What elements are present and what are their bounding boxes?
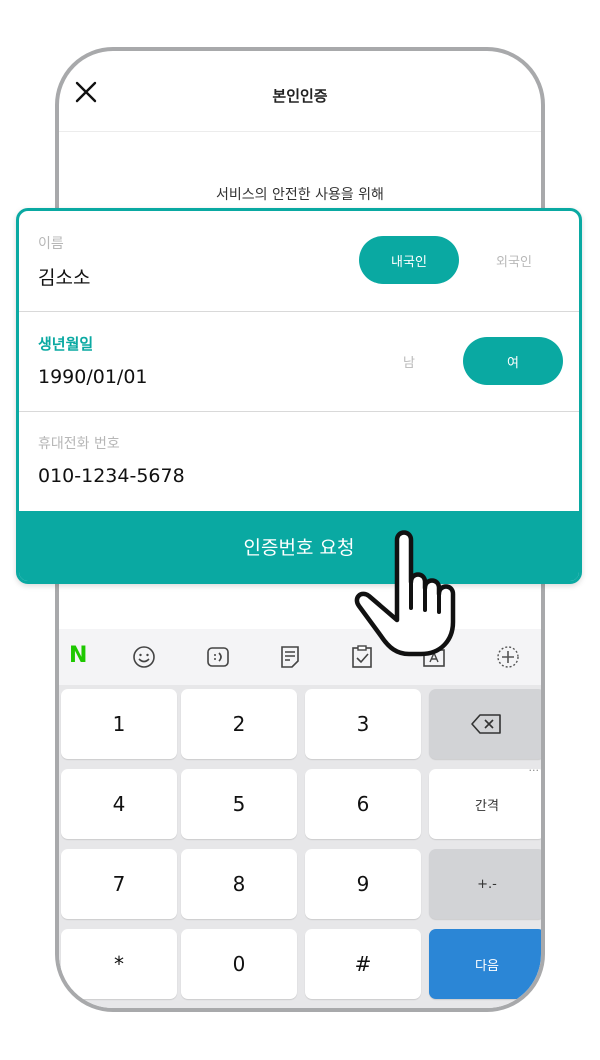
identity-form-card: 이름 김소소 내국인 외국인 생년월일 1990/01/01 남 여 휴대전화 …: [16, 208, 582, 584]
space-key-label: 간격: [475, 798, 499, 814]
numeric-keyboard: N 1 2 3 4 5 6 간격 ... 7 8 9 +.- * 0 # 다음: [59, 629, 541, 1008]
domestic-toggle[interactable]: 내국인: [359, 236, 459, 284]
key-5[interactable]: 5: [181, 769, 297, 839]
name-row: 이름 김소소 내국인 외국인: [19, 211, 579, 312]
emoticon-icon[interactable]: [205, 644, 231, 670]
key-0[interactable]: 0: [181, 929, 297, 999]
space-key[interactable]: 간격 ...: [429, 761, 541, 839]
backspace-icon: [471, 714, 501, 734]
birth-value[interactable]: 1990/01/01: [38, 366, 148, 388]
naver-logo[interactable]: N: [69, 643, 87, 668]
name-label: 이름: [38, 236, 64, 252]
backspace-key[interactable]: [429, 689, 541, 759]
birth-row: 생년월일 1990/01/01 남 여: [19, 311, 579, 412]
key-3[interactable]: 3: [305, 689, 421, 759]
memo-icon[interactable]: [277, 644, 303, 670]
phone-row: 휴대전화 번호 010-1234-5678: [19, 411, 579, 511]
key-7[interactable]: 7: [61, 849, 177, 919]
phone-value[interactable]: 010-1234-5678: [38, 465, 185, 487]
birth-label: 생년월일: [38, 335, 94, 353]
more-indicator: ...: [528, 761, 540, 774]
header: 본인인증: [59, 51, 541, 132]
emoji-icon[interactable]: [131, 644, 157, 670]
name-value[interactable]: 김소소: [38, 263, 90, 290]
intro-text: 서비스의 안전한 사용을 위해: [216, 187, 384, 203]
key-2[interactable]: 2: [181, 689, 297, 759]
male-toggle[interactable]: 남: [379, 337, 439, 385]
foreigner-toggle[interactable]: 외국인: [465, 236, 563, 284]
request-code-button[interactable]: 인증번호 요청: [19, 511, 579, 581]
add-icon[interactable]: [495, 644, 521, 670]
key-hash[interactable]: #: [305, 929, 421, 999]
key-9[interactable]: 9: [305, 849, 421, 919]
key-star[interactable]: *: [61, 929, 177, 999]
key-6[interactable]: 6: [305, 769, 421, 839]
female-toggle[interactable]: 여: [463, 337, 563, 385]
next-key[interactable]: 다음: [429, 929, 541, 999]
key-4[interactable]: 4: [61, 769, 177, 839]
pointing-hand-icon: [354, 530, 456, 657]
key-1[interactable]: 1: [61, 689, 177, 759]
symbols-key[interactable]: +.-: [429, 849, 541, 919]
phone-label: 휴대전화 번호: [38, 436, 120, 452]
key-8[interactable]: 8: [181, 849, 297, 919]
page-title: 본인인증: [272, 87, 328, 105]
